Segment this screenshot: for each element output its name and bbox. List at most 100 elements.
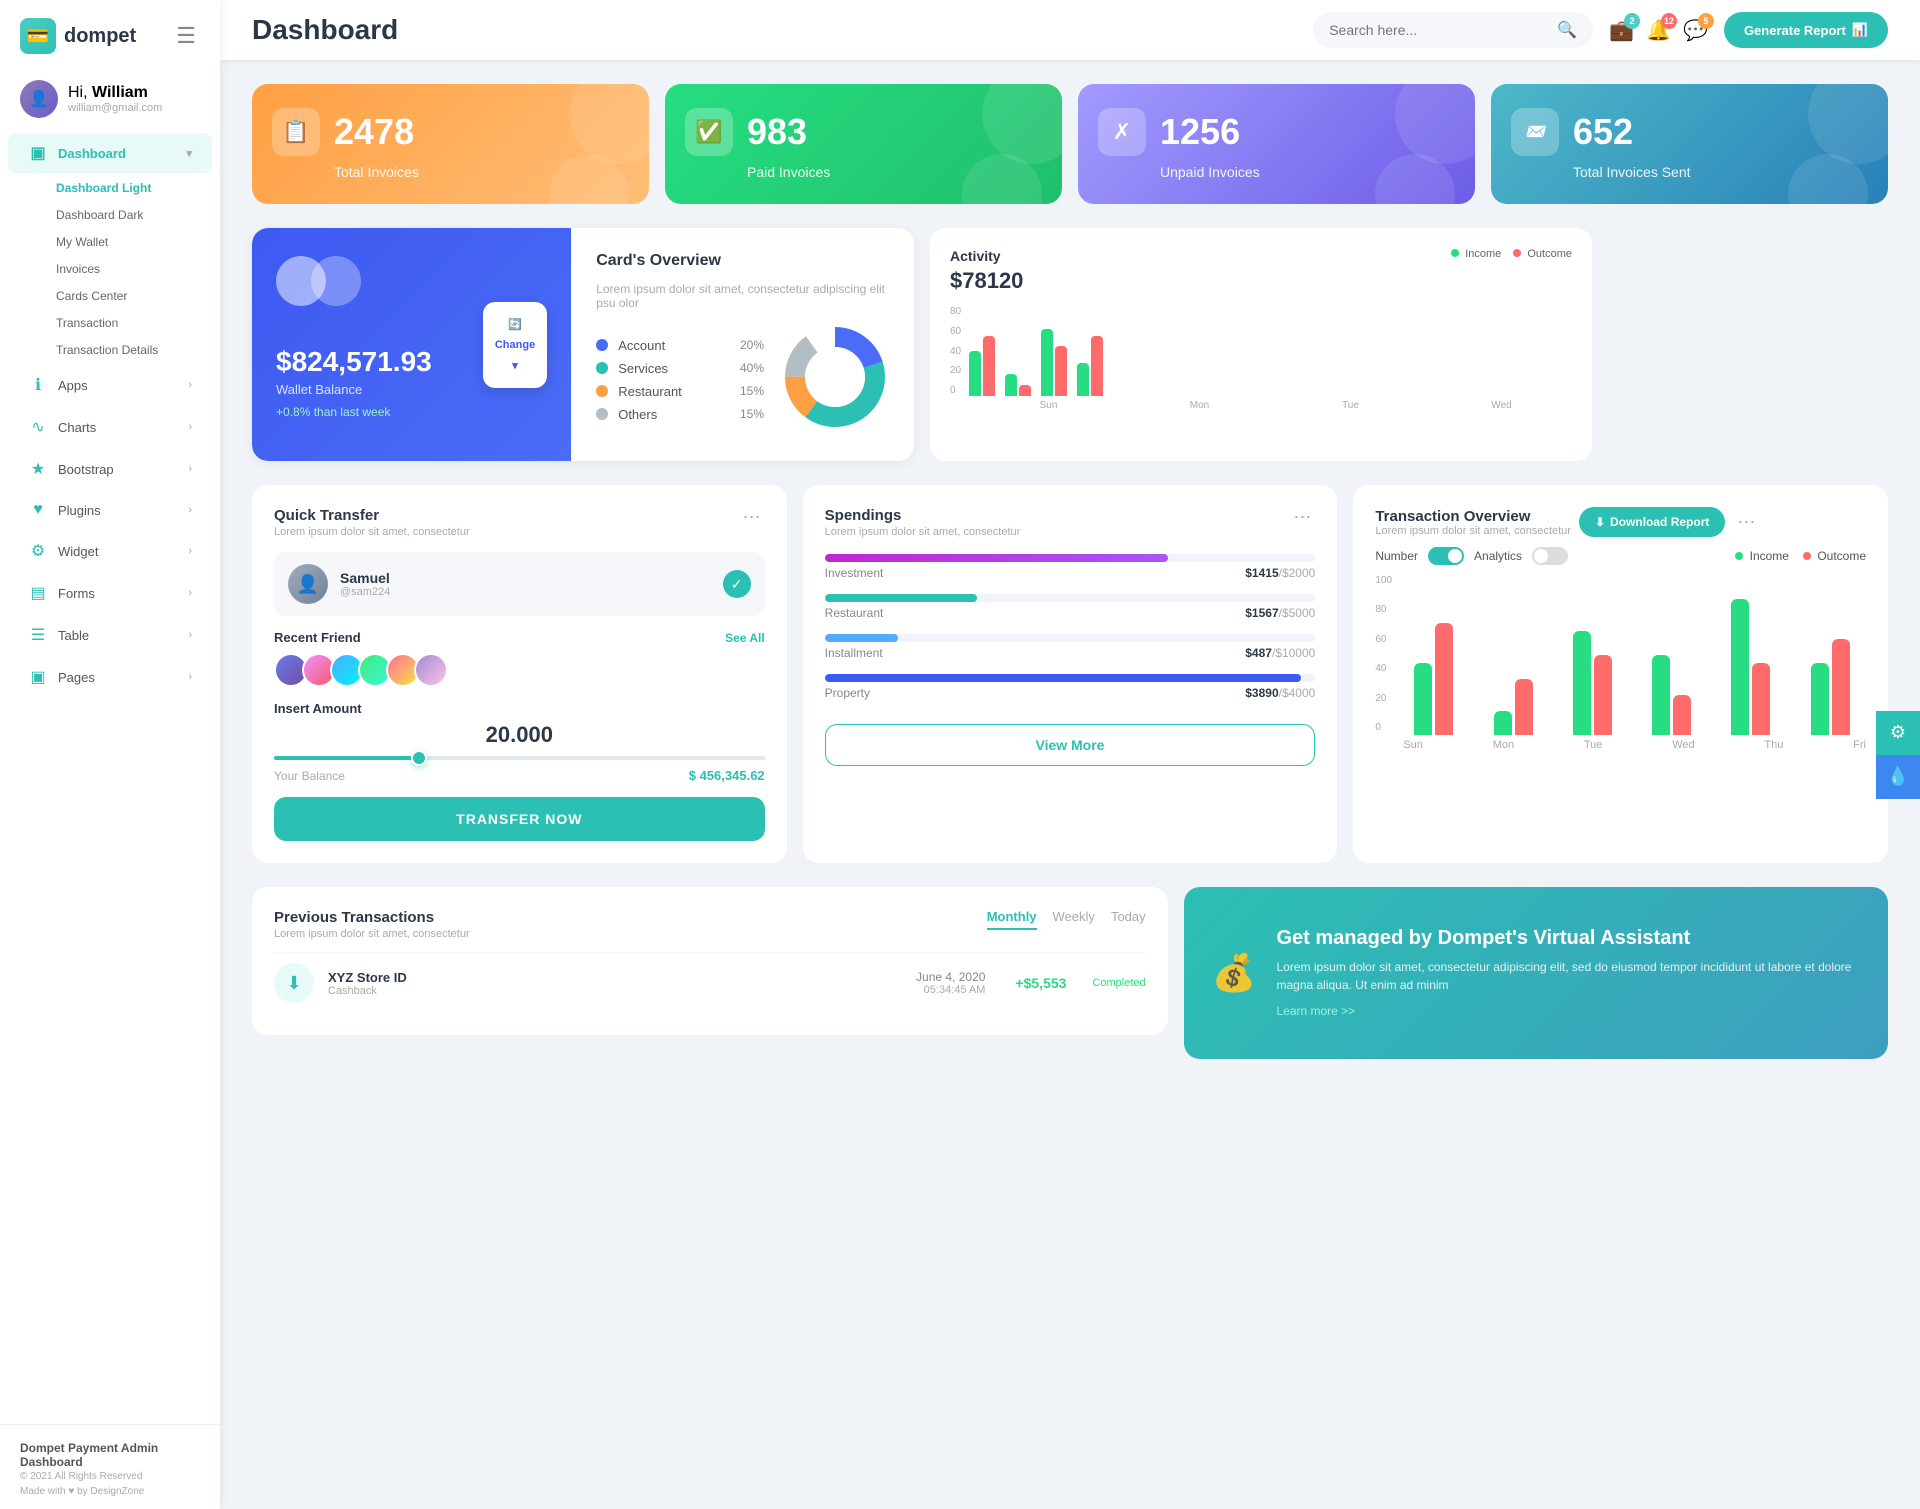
- previous-transactions-card: Previous Transactions Lorem ipsum dolor …: [252, 887, 1168, 1035]
- card-overview-combined: $824,571.93 Wallet Balance +0.8% than la…: [252, 228, 914, 461]
- income-dot: [1735, 552, 1743, 560]
- wallet-change: +0.8% than last week: [276, 405, 547, 419]
- sidebar: 💳 dompet ☰ 👤 Hi, William william@gmail.c…: [0, 0, 220, 1509]
- sidebar-item-label: Table: [58, 628, 89, 643]
- spending-item-property: Property $3890/$4000: [825, 674, 1316, 700]
- sidebar-item-forms[interactable]: ▤ Forms ›: [8, 573, 212, 613]
- big-bar-group-wed: [1636, 655, 1707, 735]
- spending-item-installment: Installment $487/$10000: [825, 634, 1316, 660]
- overview-desc: Lorem ipsum dolor sit amet, consectetur …: [596, 282, 890, 310]
- friend-avatar-6[interactable]: [414, 653, 448, 687]
- more-options-icon[interactable]: ⋯: [739, 507, 765, 528]
- tx-more-icon[interactable]: ⋯: [1733, 512, 1759, 533]
- unpaid-invoices-value: 1256: [1160, 111, 1240, 153]
- transfer-now-button[interactable]: TRANSFER NOW: [274, 797, 765, 841]
- sidebar-item-apps[interactable]: ℹ Apps ›: [8, 365, 212, 405]
- tab-today[interactable]: Today: [1111, 909, 1146, 930]
- sidebar-item-dashboard-light[interactable]: Dashboard Light: [44, 175, 212, 201]
- sidebar-item-transaction-details[interactable]: Transaction Details: [44, 337, 212, 363]
- sidebar-item-bootstrap[interactable]: ★ Bootstrap ›: [8, 449, 212, 489]
- settings-fab-button[interactable]: ⚙: [1876, 711, 1920, 755]
- sidebar-item-transaction[interactable]: Transaction: [44, 310, 212, 336]
- bell-icon-badge[interactable]: 🔔 12: [1646, 18, 1671, 43]
- stat-card-total-sent: 📨 652 Total Invoices Sent: [1491, 84, 1888, 204]
- income-bar-mon: [1494, 711, 1512, 735]
- overview-item-others: Others 15%: [596, 407, 764, 422]
- outcome-bar-mon: [1019, 385, 1031, 396]
- spendings-more-icon[interactable]: ⋯: [1289, 507, 1315, 528]
- tx-row-time: 05:34:45 AM: [916, 984, 985, 996]
- see-all-link[interactable]: See All: [725, 631, 765, 645]
- unpaid-invoices-icon: ✗: [1098, 108, 1146, 156]
- tab-weekly[interactable]: Weekly: [1053, 909, 1095, 930]
- big-bar-group-mon: [1477, 679, 1548, 735]
- recent-friends-avatars: [274, 653, 765, 687]
- tx-row-date: June 4, 2020: [916, 970, 985, 984]
- outcome-bar-sun: [983, 336, 995, 396]
- total-sent-value: 652: [1573, 111, 1633, 153]
- slider-thumb: [411, 750, 427, 766]
- tx-overview-chart: 020406080100: [1375, 575, 1866, 751]
- user-info: Hi, William william@gmail.com: [68, 84, 162, 114]
- outcome-bar-tue: [1594, 655, 1612, 735]
- restaurant-bar: [825, 594, 977, 602]
- sidebar-item-label: Apps: [58, 378, 88, 393]
- download-report-button[interactable]: ⬇ Download Report: [1579, 507, 1725, 537]
- tab-monthly[interactable]: Monthly: [987, 909, 1037, 930]
- big-bar-group-tue: [1557, 631, 1628, 735]
- tx-toggles: Number Analytics Income Outcome: [1375, 547, 1866, 565]
- big-y-axis: 020406080100: [1375, 575, 1392, 735]
- sidebar-item-dashboard[interactable]: ▣ Dashboard ▾: [8, 133, 212, 173]
- recent-friend-row: Recent Friend See All: [274, 630, 765, 645]
- number-toggle[interactable]: [1428, 547, 1464, 565]
- sidebar-item-table[interactable]: ☰ Table ›: [8, 615, 212, 655]
- page-title: Dashboard: [252, 14, 1297, 46]
- prev-tx-title: Previous Transactions: [274, 909, 470, 926]
- dashboard-submenu: Dashboard Light Dashboard Dark My Wallet…: [0, 174, 220, 364]
- sidebar-item-my-wallet[interactable]: My Wallet: [44, 229, 212, 255]
- search-input[interactable]: [1329, 22, 1549, 38]
- overview-title: Card's Overview: [596, 252, 890, 270]
- amount-slider[interactable]: [274, 756, 765, 760]
- income-bar-fri: [1811, 663, 1829, 735]
- paid-invoices-label: Paid Invoices: [747, 164, 1042, 180]
- outcome-dot: [1513, 249, 1521, 257]
- va-desc: Lorem ipsum dolor sit amet, consectetur …: [1276, 958, 1860, 994]
- sidebar-item-dashboard-dark[interactable]: Dashboard Dark: [44, 202, 212, 228]
- tx-row-name: XYZ Store ID: [328, 970, 407, 985]
- chevron-right-icon: ›: [188, 671, 192, 683]
- sidebar-item-widget[interactable]: ⚙ Widget ›: [8, 531, 212, 571]
- analytics-toggle[interactable]: [1532, 547, 1568, 565]
- sidebar-item-pages[interactable]: ▣ Pages ›: [8, 657, 212, 697]
- stat-cards: 📋 2478 Total Invoices ✅ 983 Paid Invoice…: [252, 84, 1888, 204]
- tx-overview-header: Transaction Overview Lorem ipsum dolor s…: [1375, 507, 1866, 537]
- transfer-user-handle: @sam224: [340, 586, 390, 598]
- wallet-icon-badge[interactable]: 💼 2: [1609, 18, 1634, 43]
- tx-row-type: Cashback: [328, 985, 407, 997]
- quick-transfer-title: Quick Transfer: [274, 507, 470, 524]
- sidebar-item-invoices[interactable]: Invoices: [44, 256, 212, 282]
- tx-row-amount: +$5,553: [1015, 975, 1066, 991]
- apps-icon: ℹ: [28, 375, 48, 395]
- sidebar-item-cards-center[interactable]: Cards Center: [44, 283, 212, 309]
- sidebar-item-plugins[interactable]: ♥ Plugins ›: [8, 491, 212, 529]
- bar-x-labels: Sun Mon Tue Wed: [978, 400, 1572, 411]
- chat-icon-badge[interactable]: 💬 5: [1683, 18, 1708, 43]
- sidebar-item-charts[interactable]: ∿ Charts ›: [8, 407, 212, 447]
- water-fab-button[interactable]: 💧: [1876, 755, 1920, 799]
- tx-row-icon: ⬇: [274, 963, 314, 1003]
- generate-report-button[interactable]: Generate Report 📊: [1724, 12, 1888, 48]
- view-more-button[interactable]: View More: [825, 724, 1316, 766]
- chevron-right-icon: ›: [188, 504, 192, 516]
- income-bar-tue: [1041, 329, 1053, 396]
- chevron-right-icon: ›: [188, 421, 192, 433]
- user-greeting: Hi, William: [68, 84, 162, 102]
- sidebar-item-label: Pages: [58, 670, 95, 685]
- change-button[interactable]: 🔄 Change ▾: [483, 302, 547, 388]
- restaurant-pct: 15%: [740, 384, 764, 398]
- va-learn-more-link[interactable]: Learn more >>: [1276, 1004, 1355, 1018]
- change-label: Change: [495, 339, 535, 351]
- hamburger-icon[interactable]: ☰: [172, 23, 200, 49]
- services-pct: 40%: [740, 361, 764, 375]
- big-bar-x-labels: Sun Mon Tue Wed Thu Fri: [1403, 739, 1866, 751]
